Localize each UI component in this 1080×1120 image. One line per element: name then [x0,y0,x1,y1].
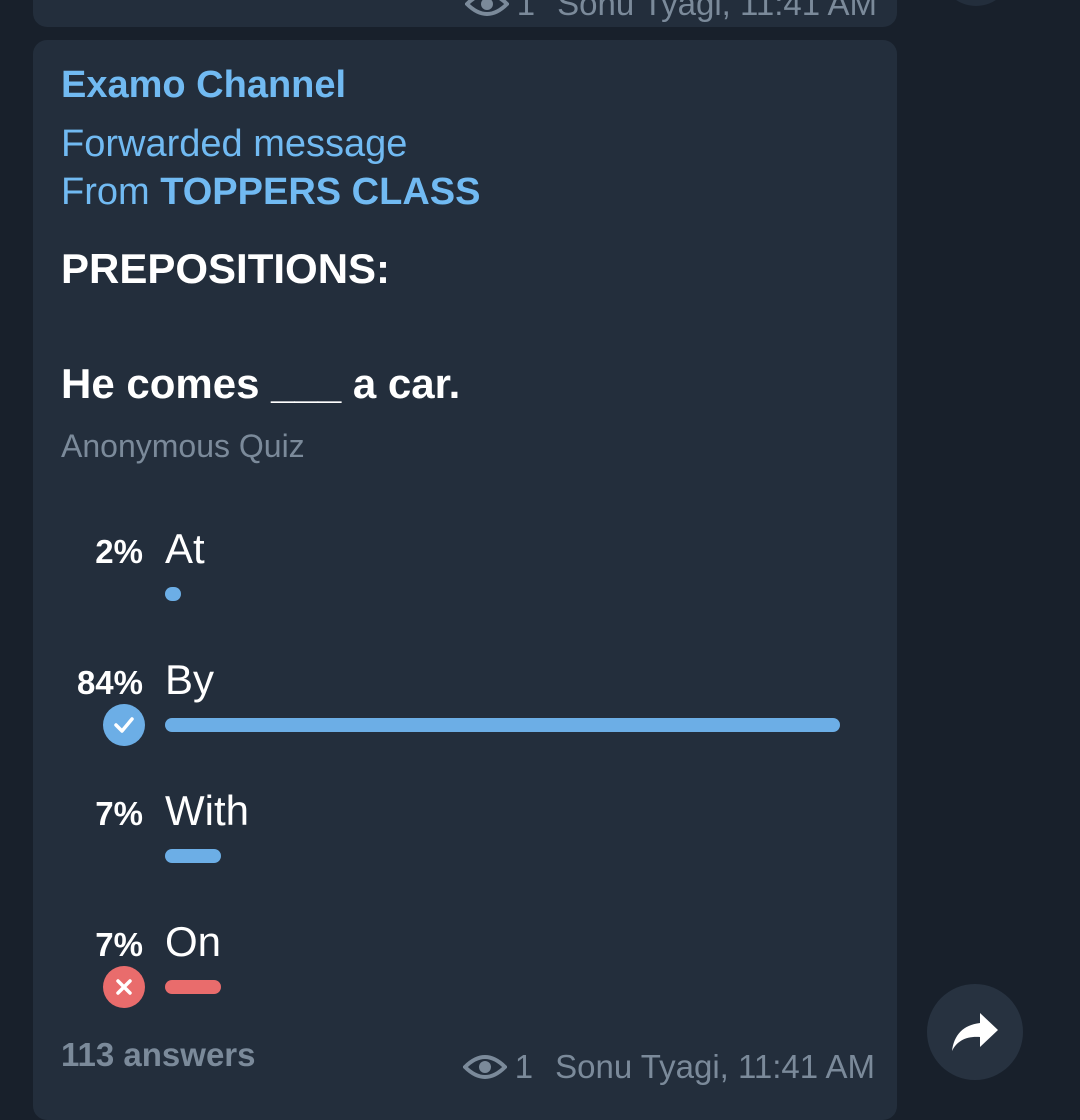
poll-type: Anonymous Quiz [61,428,305,464]
forwarded-from-prefix: From [61,171,161,213]
poll-question: He comes ___ a car. [61,360,461,407]
option-percent: 7% [95,926,143,963]
answers-count[interactable]: 113 answers [61,1036,256,1074]
message-bubble: Examo Channel Forwarded message From TOP… [33,40,897,1120]
eye-icon [462,1055,507,1079]
share-button[interactable] [927,984,1023,1080]
view-count: 1 [514,1048,534,1085]
option-label: On [165,918,222,965]
option-bar-track [165,587,840,601]
option-bar [165,849,222,863]
forwarded-from: From TOPPERS CLASS [61,171,480,214]
option-bar [165,718,840,732]
poll-option-with[interactable]: 7% With [33,787,897,904]
option-percent: 2% [95,533,143,570]
poll-title: PREPOSITIONS: [61,245,391,292]
checkmark-icon [103,704,145,746]
option-bar-track [165,849,840,863]
forwarded-source-link[interactable]: TOPPERS CLASS [160,171,480,213]
share-arrow-icon [952,1013,998,1051]
avatar[interactable] [940,0,1012,6]
forwarded-label: Forwarded message [61,123,408,165]
previous-message-bubble: 1 Sonu Tyagi, 11:41 AM [33,0,897,27]
eye-icon [464,0,509,16]
option-bar-track [165,980,840,994]
poll-option-on[interactable]: 7% On [33,918,897,1035]
option-percent: 84% [76,664,143,701]
message-signature: Sonu Tyagi, 11:41 AM [557,0,877,22]
message-meta: 1 Sonu Tyagi, 11:41 AM [462,1048,875,1086]
option-percent: 7% [95,795,143,832]
option-label: At [165,525,205,572]
option-bar [165,587,182,601]
cross-icon [103,966,145,1008]
view-count: 1 [516,0,536,22]
poll-option-at[interactable]: 2% At [33,525,897,642]
previous-message-meta: 1 Sonu Tyagi, 11:41 AM [464,0,877,23]
option-label: With [165,787,249,834]
option-label: By [165,656,215,703]
option-bar-track [165,718,840,732]
poll-option-by[interactable]: 84% By [33,656,897,773]
message-signature: Sonu Tyagi, 11:41 AM [555,1048,875,1085]
option-bar [165,980,222,994]
channel-name[interactable]: Examo Channel [61,64,346,107]
